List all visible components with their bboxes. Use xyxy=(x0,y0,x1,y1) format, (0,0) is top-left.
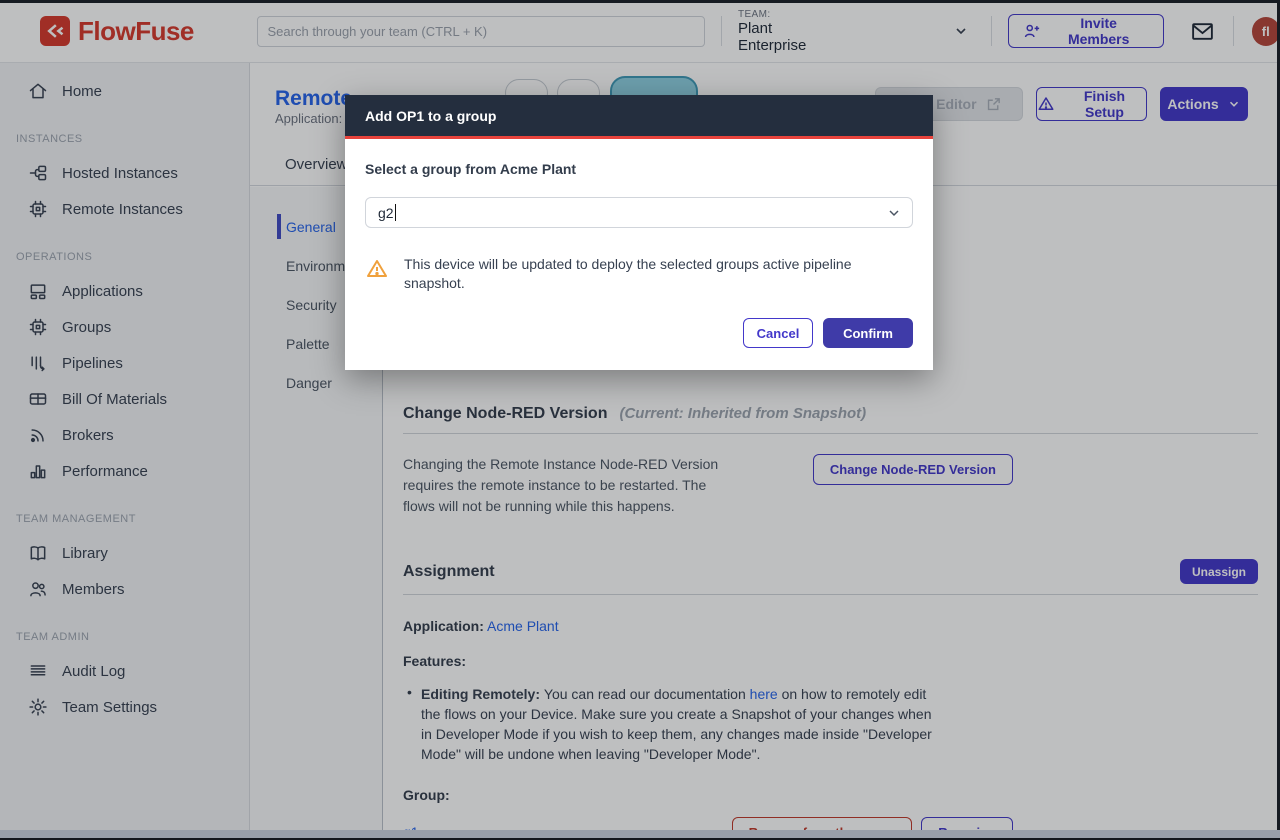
modal-warning-text: This device will be updated to deploy th… xyxy=(404,255,874,293)
cancel-button[interactable]: Cancel xyxy=(743,318,813,348)
app-window: FlowFuse TEAM: Plant Enterprise Invite M… xyxy=(0,0,1280,840)
modal-warning: This device will be updated to deploy th… xyxy=(365,255,913,293)
modal-header: Add OP1 to a group xyxy=(345,95,933,139)
group-select-input[interactable]: g2 xyxy=(365,197,913,228)
text-caret xyxy=(395,204,396,221)
confirm-button[interactable]: Confirm xyxy=(823,318,913,348)
modal-prompt: Select a group from Acme Plant xyxy=(365,161,913,177)
modal-title: Add OP1 to a group xyxy=(365,108,496,124)
window-edge-bottom xyxy=(0,830,1280,838)
window-edge-top xyxy=(0,0,1280,3)
chevron-down-icon[interactable] xyxy=(886,205,902,221)
add-to-group-modal: Add OP1 to a group Select a group from A… xyxy=(345,95,933,370)
group-select-value: g2 xyxy=(378,205,394,221)
warning-triangle-icon xyxy=(365,257,389,293)
